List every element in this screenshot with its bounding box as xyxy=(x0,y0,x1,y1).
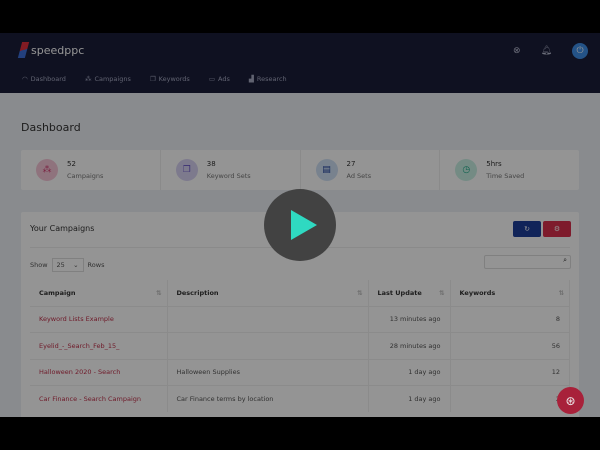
play-button[interactable] xyxy=(264,189,336,261)
help-button[interactable]: ⊛ xyxy=(557,387,584,414)
lifebuoy-icon: ⊛ xyxy=(565,393,576,408)
